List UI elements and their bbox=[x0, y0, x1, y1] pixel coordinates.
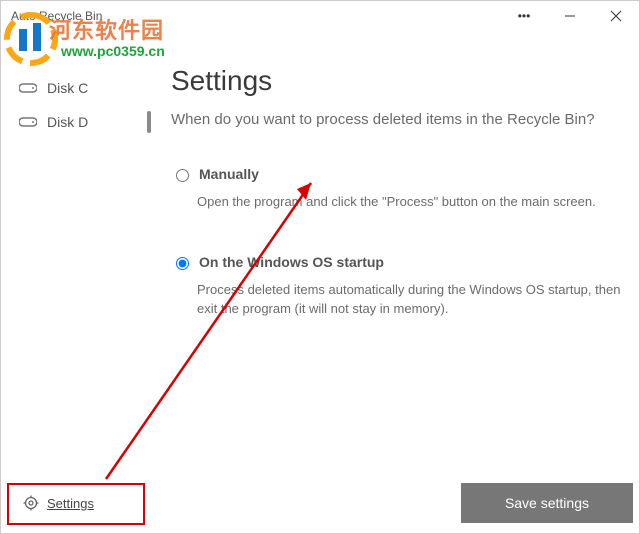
option-manually-row[interactable]: Manually bbox=[171, 166, 629, 182]
gear-icon bbox=[23, 495, 39, 511]
sidebar-settings-link[interactable]: Settings bbox=[7, 483, 145, 525]
page-title: Settings bbox=[171, 65, 629, 97]
radio-manually[interactable] bbox=[176, 169, 189, 182]
sidebar-item-label: Disk C bbox=[47, 80, 88, 96]
disk-icon bbox=[19, 82, 37, 94]
dots-icon: ••• bbox=[518, 9, 531, 23]
minimize-button[interactable] bbox=[547, 1, 593, 31]
sidebar-item-disk-c[interactable]: Disk C bbox=[1, 71, 151, 105]
sidebar-item-disk-d[interactable]: Disk D bbox=[1, 105, 151, 139]
option-label: Manually bbox=[199, 166, 259, 182]
option-description: Open the program and click the "Process"… bbox=[197, 192, 629, 212]
more-button[interactable]: ••• bbox=[501, 1, 547, 31]
option-on-startup-row[interactable]: On the Windows OS startup bbox=[171, 254, 629, 270]
sidebar: Disk C Disk D Settings bbox=[1, 61, 151, 533]
save-settings-button[interactable]: Save settings bbox=[461, 483, 633, 523]
option-description: Process deleted items automatically duri… bbox=[197, 280, 629, 319]
window-controls: ••• bbox=[501, 1, 639, 31]
app-window: Auto Recycle Bin ••• 河东软件园 www.pc0359.cn bbox=[0, 0, 640, 534]
option-on-startup: On the Windows OS startup Process delete… bbox=[171, 254, 629, 319]
main-content: Settings When do you want to process del… bbox=[151, 61, 639, 533]
title-bar: Auto Recycle Bin ••• bbox=[1, 1, 639, 31]
option-manually: Manually Open the program and click the … bbox=[171, 166, 629, 212]
watermark-url: www.pc0359.cn bbox=[61, 43, 165, 59]
window-title: Auto Recycle Bin bbox=[11, 9, 102, 23]
page-subtitle: When do you want to process deleted item… bbox=[171, 109, 629, 130]
minimize-icon bbox=[564, 10, 576, 22]
radio-on-startup[interactable] bbox=[176, 257, 189, 270]
close-icon bbox=[610, 10, 622, 22]
sidebar-item-label: Disk D bbox=[47, 114, 88, 130]
sidebar-settings-label: Settings bbox=[47, 496, 94, 511]
disk-icon bbox=[19, 116, 37, 128]
option-label: On the Windows OS startup bbox=[199, 254, 384, 270]
close-button[interactable] bbox=[593, 1, 639, 31]
